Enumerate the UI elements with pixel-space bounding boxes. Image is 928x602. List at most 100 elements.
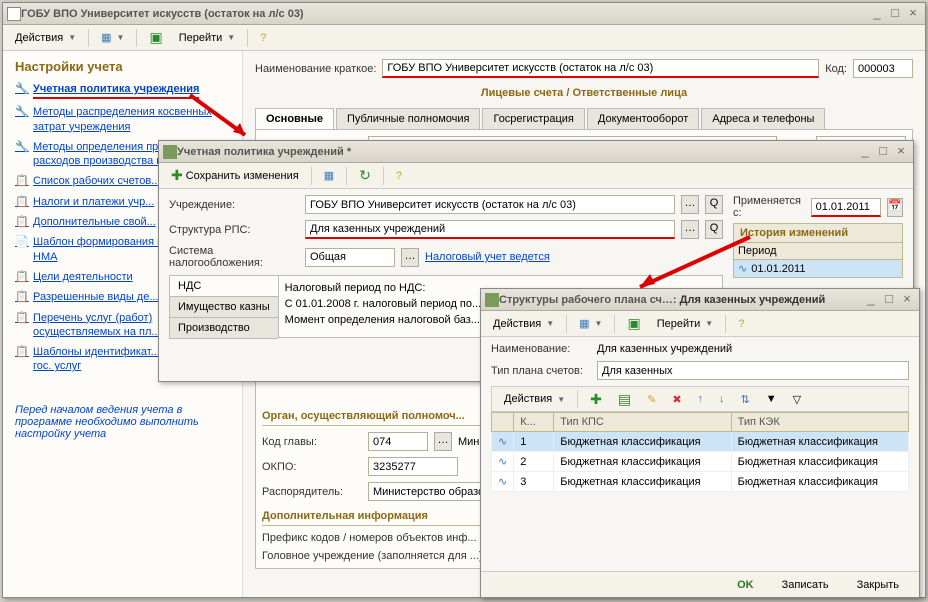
maximize-icon[interactable]: □ [875, 145, 891, 159]
rps-picker[interactable]: … [681, 220, 699, 239]
filter-icon[interactable]: ▼ [760, 391, 783, 407]
tax-system-label: Система налогообложения: [169, 245, 299, 269]
filter-clear-icon[interactable]: ▽ [787, 391, 807, 408]
institution-input[interactable] [305, 195, 675, 214]
toolbar-icon-1[interactable]: ▦▼ [95, 29, 130, 46]
close-icon[interactable]: × [899, 293, 915, 307]
vtab-treasury[interactable]: Имущество казны [169, 296, 278, 318]
vtab-production[interactable]: Производство [169, 317, 278, 339]
tab-powers[interactable]: Публичные полномочия [336, 108, 481, 129]
tax-picker[interactable]: … [401, 248, 419, 267]
okpo-input[interactable] [368, 457, 458, 476]
save-button[interactable]: Записать [772, 576, 839, 594]
close-button[interactable]: Закрыть [847, 576, 909, 594]
chapter-input[interactable] [368, 432, 428, 451]
minimize-icon[interactable]: _ [863, 293, 879, 307]
chapter-label: Код главы: [262, 436, 362, 448]
name-label: Наименование: [491, 343, 591, 355]
main-toolbar: Действия▼ ▦▼ ▣ Перейти▼ ? [3, 25, 925, 51]
sidebar-note: Перед началом ведения учета в программе … [15, 404, 230, 440]
short-name-label: Наименование краткое: [255, 63, 376, 75]
sidebar-link-cost-methods[interactable]: 🔧Методы распределения косвенных затрат у… [15, 105, 230, 134]
plan-type-input[interactable] [597, 361, 909, 380]
help-icon[interactable]: ? [732, 316, 750, 332]
row-icon: ∿ [498, 436, 507, 448]
name-value[interactable]: Для казенных учреждений [597, 343, 909, 355]
main-title: ГОБУ ВПО Университет искусств (остаток н… [21, 8, 869, 20]
actions-menu[interactable]: Действия▼ [9, 30, 82, 46]
tab-main[interactable]: Основные [255, 108, 334, 129]
row-icon: ∿ [738, 262, 747, 275]
main-titlebar: ГОБУ ВПО Университет искусств (остаток н… [3, 3, 925, 25]
history-heading: История изменений [734, 224, 902, 243]
structures-window: Структуры рабочего плана сч…: Для казенн… [480, 288, 920, 598]
ok-button[interactable]: OK [727, 576, 764, 594]
short-name-input[interactable] [382, 59, 819, 78]
minimize-icon[interactable]: _ [857, 145, 873, 159]
rps-open[interactable]: Q [705, 220, 723, 239]
window-icon [163, 145, 177, 159]
tab-addresses[interactable]: Адреса и телефоны [701, 108, 825, 129]
table-row[interactable]: ∿ 1Бюджетная классификацияБюджетная клас… [492, 432, 909, 452]
tab-docflow[interactable]: Документооборот [587, 108, 699, 129]
minimize-icon[interactable]: _ [869, 7, 885, 21]
vtab-nds[interactable]: НДС [169, 275, 278, 297]
sidebar-heading: Настройки учета [15, 59, 230, 74]
edit-icon[interactable]: ✎ [641, 391, 662, 408]
history-panel: История изменений Период ∿ 01.01.2011 [733, 223, 903, 278]
col-kps[interactable]: Тип КПС [554, 413, 731, 432]
table-row[interactable]: ∿ 3Бюджетная классификацияБюджетная клас… [492, 472, 909, 492]
maximize-icon[interactable]: □ [881, 293, 897, 307]
head-label: Головное учреждение (заполняется для ...… [262, 550, 483, 562]
copy-icon[interactable]: ▤ [612, 389, 637, 410]
calendar-icon[interactable]: 📅 [887, 198, 903, 217]
structures-table: К... Тип КПС Тип КЭК ∿ 1Бюджетная класси… [491, 412, 909, 492]
institution-picker[interactable]: … [681, 195, 699, 214]
main-tabs: Основные Публичные полномочия Госрегистр… [255, 108, 913, 129]
moveup-icon[interactable]: ↑ [692, 391, 710, 407]
table-row[interactable]: ∿ 2Бюджетная классификацияБюджетная клас… [492, 452, 909, 472]
row-icon: ∿ [498, 476, 507, 488]
movedown-icon[interactable]: ↓ [713, 391, 731, 407]
period-row[interactable]: ∿ 01.01.2011 [734, 260, 902, 277]
toolbar-icon[interactable]: ▦ [318, 167, 340, 184]
help-icon[interactable]: ? [254, 30, 272, 46]
close-icon[interactable]: × [905, 7, 921, 21]
refresh-icon[interactable]: ↻ [353, 165, 377, 186]
sort-icon[interactable]: ⇅ [735, 391, 756, 408]
institution-label: Учреждение: [169, 199, 299, 211]
applies-date-input[interactable] [811, 198, 881, 217]
toolbar-icon-2[interactable]: ▣ [143, 27, 168, 48]
structures-footer: OK Записать Закрыть [481, 571, 919, 597]
col-icon[interactable] [492, 413, 514, 432]
col-kek[interactable]: Тип КЭК [731, 413, 908, 432]
maximize-icon[interactable]: □ [887, 7, 903, 21]
prefix-label: Префикс кодов / номеров объектов инф... [262, 532, 477, 544]
rps-label: Структура РПС: [169, 224, 299, 236]
chapter-picker[interactable]: … [434, 432, 452, 451]
tab-registration[interactable]: Госрегистрация [482, 108, 584, 129]
delete-icon[interactable]: ✖ [666, 391, 687, 408]
add-icon[interactable]: ✚ [584, 389, 608, 410]
go-menu[interactable]: Перейти▼ [651, 316, 720, 332]
period-column: Период [738, 245, 777, 257]
close-icon[interactable]: × [893, 145, 909, 159]
plan-type-label: Тип плана счетов: [491, 365, 591, 377]
okpo-label: ОКПО: [262, 461, 362, 473]
code-input[interactable] [853, 59, 913, 78]
toolbar-icon-2[interactable]: ▣ [621, 313, 646, 334]
toolbar-icon-1[interactable]: ▦▼ [573, 315, 608, 332]
help-icon[interactable]: ? [390, 168, 408, 184]
institution-open[interactable]: Q [705, 195, 723, 214]
tax-accounting-link[interactable]: Налоговый учет ведется [425, 251, 550, 263]
actions-menu[interactable]: Действия▼ [487, 316, 560, 332]
sidebar-link-accounting-policy[interactable]: 🔧Учетная политика учреждения [15, 82, 230, 99]
policy-title: Учетная политика учреждений * [177, 146, 857, 158]
rps-input[interactable] [305, 220, 675, 239]
go-menu[interactable]: Перейти▼ [173, 30, 242, 46]
col-k[interactable]: К... [514, 413, 554, 432]
tax-system-input[interactable] [305, 248, 395, 267]
save-changes-button[interactable]: ✚ Сохранить изменения [165, 165, 305, 186]
window-icon [7, 7, 21, 21]
grid-actions-menu[interactable]: Действия▼ [498, 391, 571, 407]
